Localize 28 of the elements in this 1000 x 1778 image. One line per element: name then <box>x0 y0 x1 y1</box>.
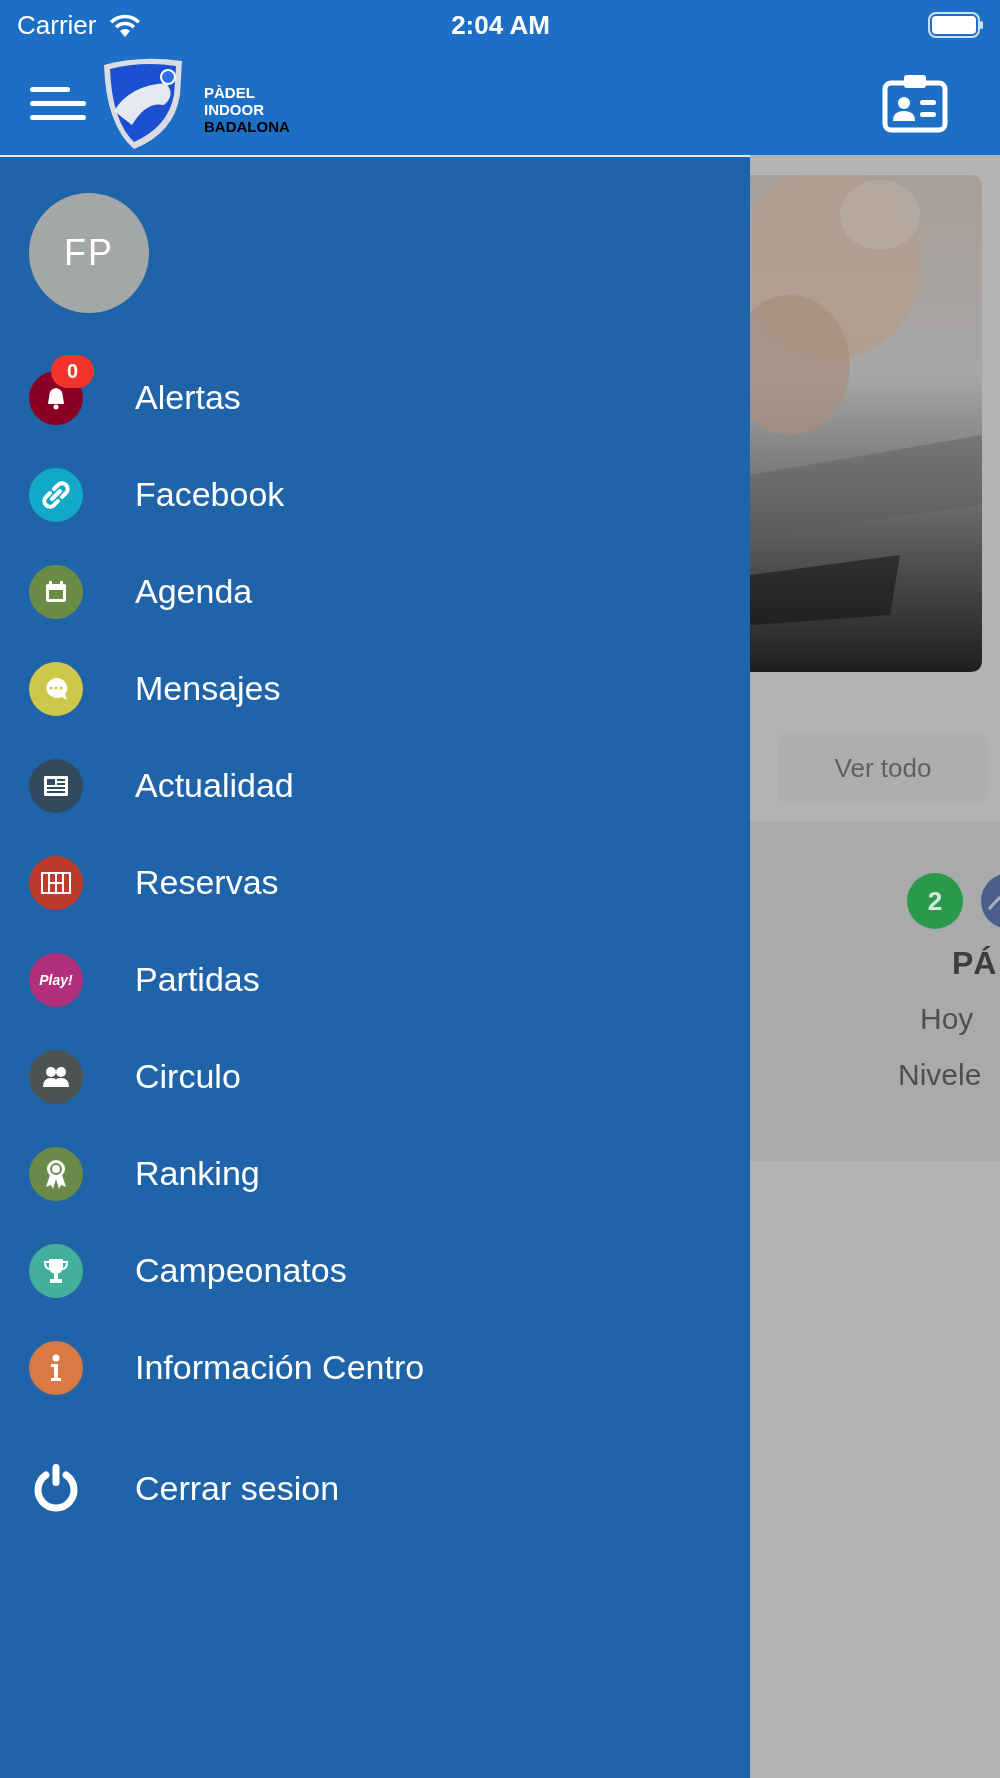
menu-item[interactable]: Circulo <box>29 1028 750 1125</box>
logo-text: BADALONA <box>204 118 290 135</box>
menu-item[interactable]: Agenda <box>29 543 750 640</box>
menu-item[interactable]: Reservas <box>29 834 750 931</box>
notification-badge: 0 <box>51 355 95 388</box>
match-title: PÁ <box>952 945 998 982</box>
match-level: Nivele <box>898 1058 983 1092</box>
play-icon: Play! <box>29 952 83 1007</box>
logout-item[interactable]: Cerrar sesion <box>29 1440 750 1537</box>
count-badge: 2 <box>907 873 963 929</box>
menu-item[interactable]: Campeonatos <box>29 1222 750 1319</box>
menu-item[interactable]: Actualidad <box>29 737 750 834</box>
player-avatar-icon <box>981 873 1000 929</box>
menu-item[interactable]: Mensajes <box>29 640 750 737</box>
menu-icon[interactable] <box>30 84 86 121</box>
logo-text: INDOOR <box>204 101 265 118</box>
logo-text: PÀDEL <box>204 84 256 101</box>
status-time: 2:04 AM <box>451 9 550 41</box>
menu-item[interactable]: Play! Partidas <box>29 931 750 1028</box>
id-card-icon[interactable] <box>882 72 948 133</box>
wifi-icon <box>108 13 143 37</box>
menu-item[interactable]: Ranking <box>29 1125 750 1222</box>
menu-item[interactable]: Información Centro <box>29 1319 750 1416</box>
carrier-label: Carrier <box>17 9 97 41</box>
menu-item[interactable]: Facebook <box>29 446 750 543</box>
battery-icon <box>928 12 984 38</box>
menu-item[interactable]: Alertas 0 <box>29 349 750 446</box>
match-date: Hoy <box>920 1002 975 1036</box>
